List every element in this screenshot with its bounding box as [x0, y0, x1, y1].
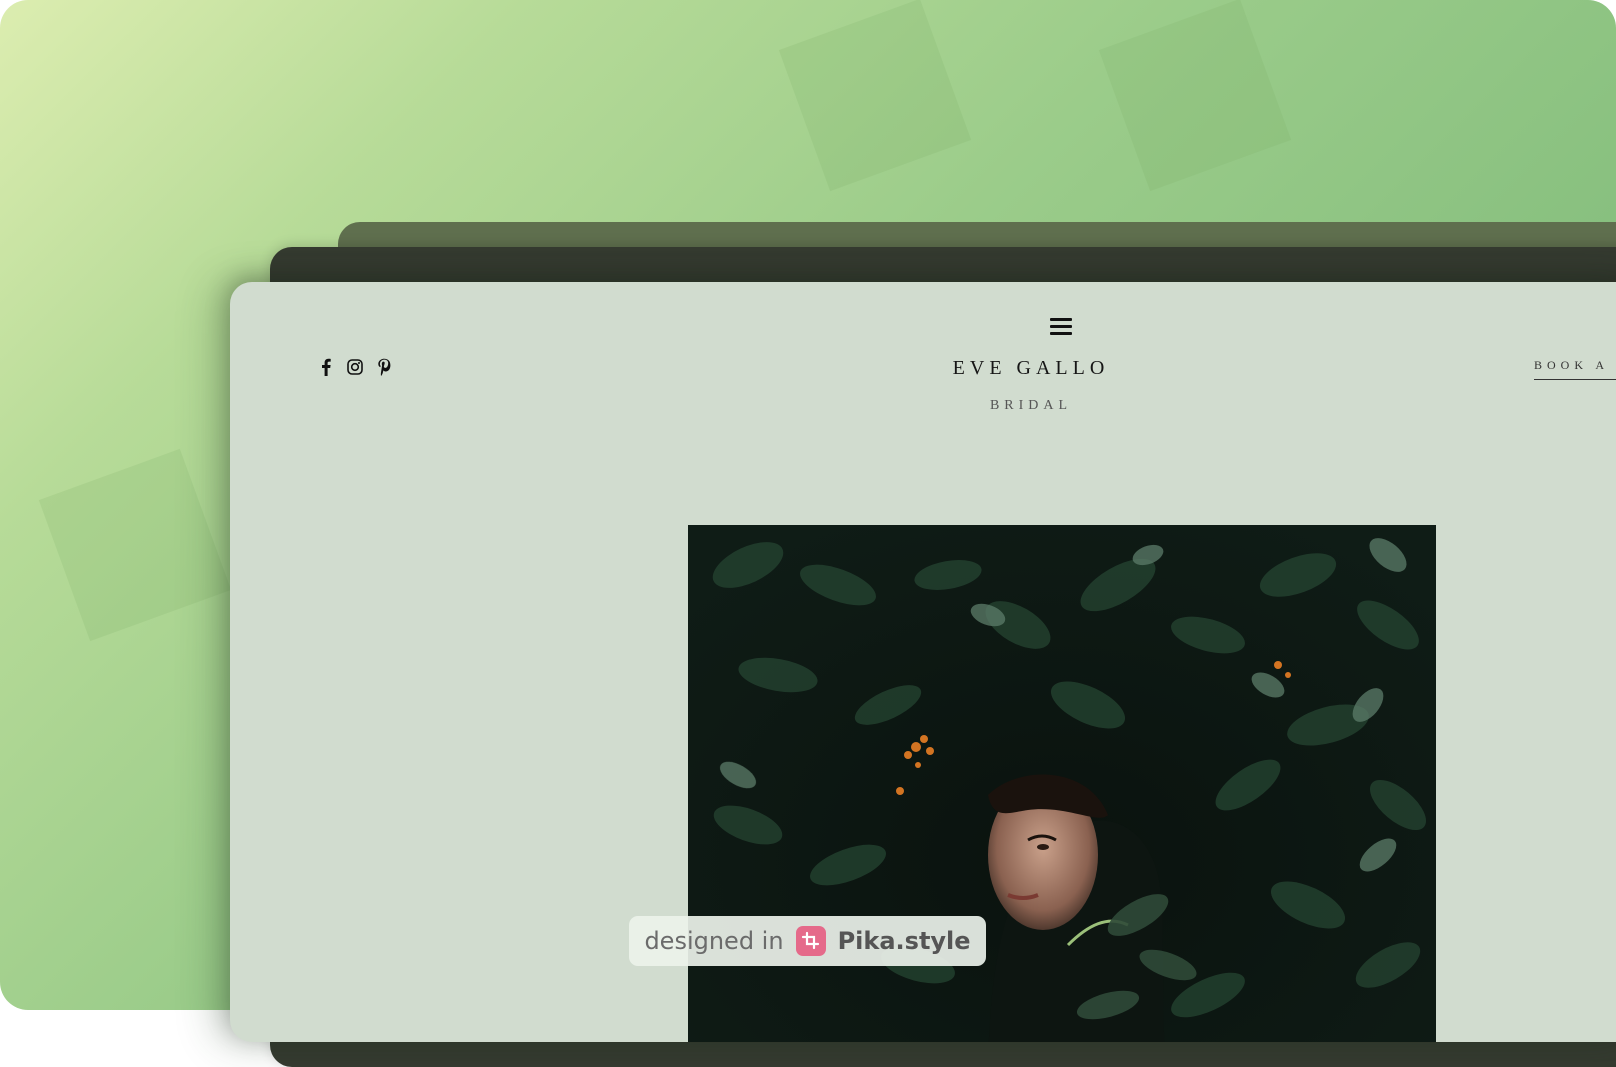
book-appointment-link[interactable]: BOOK A — [1534, 358, 1616, 380]
brand-name[interactable]: EVE GALLO — [230, 357, 1616, 380]
watermark-prefix: designed in — [644, 927, 784, 955]
hamburger-menu-icon[interactable] — [1050, 318, 1072, 336]
crop-icon — [795, 926, 826, 956]
brand-tagline: BRIDAL — [989, 398, 1073, 413]
pika-watermark-badge: designed in Pika.style — [629, 916, 986, 966]
watermark-brand: Pika.style — [837, 927, 971, 955]
